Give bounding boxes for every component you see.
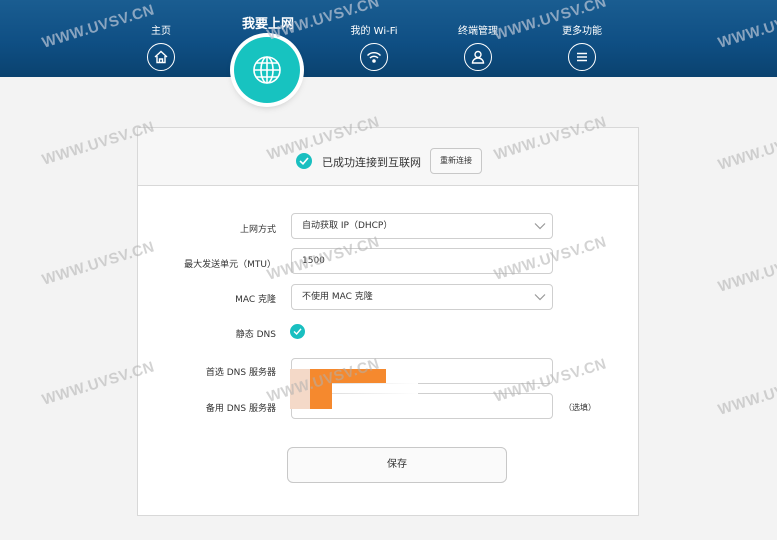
mac-clone-select[interactable]: 不使用 MAC 克隆: [291, 284, 553, 310]
nav-home-label: 主页: [151, 26, 171, 37]
mac-clone-value: 不使用 MAC 克隆: [302, 292, 373, 302]
watermark-text: WWW.UVSV.CN: [716, 368, 777, 419]
nav-wifi-label: 我的 Wi-Fi: [350, 26, 398, 37]
nav-wifi[interactable]: 我的 Wi-Fi: [329, 0, 419, 71]
secondary-dns-optional-hint: （选填）: [564, 403, 596, 412]
static-dns-checkbox[interactable]: [290, 324, 305, 339]
mtu-label: 最大发送单元（MTU）: [184, 260, 276, 270]
redaction-block-top: [310, 369, 386, 383]
primary-dns-label: 首选 DNS 服务器: [205, 368, 276, 378]
mtu-value: 1500: [302, 256, 325, 266]
connection-status-text: 已成功连接到互联网: [322, 156, 421, 169]
nav-internet-label: 我要上网: [241, 17, 294, 32]
redaction-mark: [290, 369, 418, 409]
nav-devices[interactable]: 终端管理: [433, 0, 523, 71]
mtu-input[interactable]: 1500: [291, 248, 553, 274]
static-dns-label: 静态 DNS: [235, 330, 276, 340]
connection-type-value: 自动获取 IP（DHCP）: [302, 221, 393, 231]
nav-home[interactable]: 主页: [116, 0, 206, 71]
connection-type-label: 上网方式: [239, 225, 276, 235]
nav-devices-label: 终端管理: [458, 26, 498, 37]
home-icon[interactable]: [147, 43, 175, 71]
chevron-down-icon: [534, 294, 546, 301]
connection-status-bar: 已成功连接到互联网 重新连接: [138, 128, 638, 186]
globe-icon[interactable]: [234, 37, 300, 103]
mac-clone-label: MAC 克隆: [235, 295, 276, 305]
redaction-fade: [290, 369, 310, 409]
save-button[interactable]: 保存: [287, 447, 507, 483]
connection-type-select[interactable]: 自动获取 IP（DHCP）: [291, 213, 553, 239]
user-icon[interactable]: [464, 43, 492, 71]
watermark-text: WWW.UVSV.CN: [716, 245, 777, 296]
nav-more[interactable]: 更多功能: [537, 0, 627, 71]
nav-more-label: 更多功能: [562, 26, 602, 37]
reconnect-button[interactable]: 重新连接: [430, 148, 482, 174]
secondary-dns-label: 备用 DNS 服务器: [205, 404, 276, 414]
top-navigation-bar: 主页 我要上网 我的 Wi-Fi 终端管理 更多功能: [0, 0, 777, 103]
wifi-icon[interactable]: [360, 43, 388, 71]
watermark-text: WWW.UVSV.CN: [716, 123, 777, 174]
success-check-icon: [296, 153, 312, 169]
redaction-block-bottom: [310, 383, 332, 409]
internet-settings-panel: 已成功连接到互联网 重新连接 上网方式 自动获取 IP（DHCP） 最大发送单元…: [137, 127, 639, 516]
chevron-down-icon: [534, 223, 546, 230]
menu-icon[interactable]: [568, 43, 596, 71]
